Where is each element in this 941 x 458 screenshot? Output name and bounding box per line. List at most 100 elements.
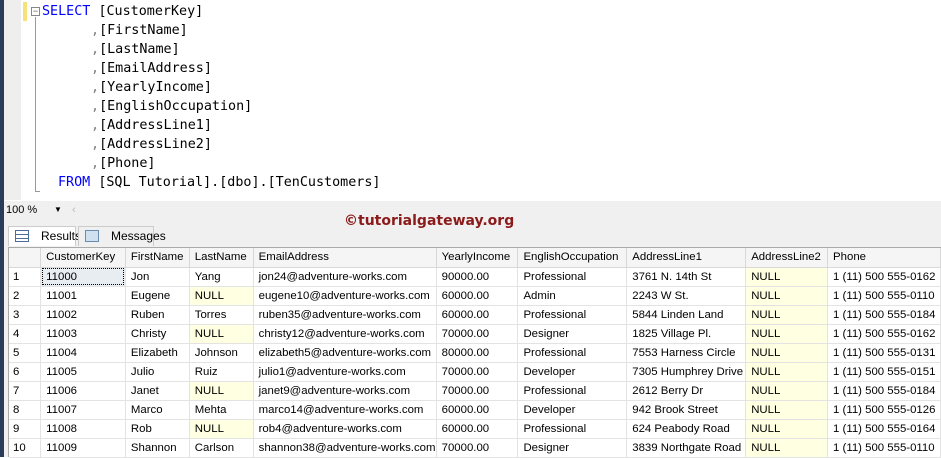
table-cell[interactable]: NULL	[745, 400, 829, 420]
table-cell[interactable]: NULL	[745, 324, 829, 344]
column-header[interactable]: CustomerKey	[40, 248, 126, 268]
table-cell[interactable]: Yang	[189, 267, 254, 287]
table-cell[interactable]: NULL	[189, 381, 254, 401]
table-cell[interactable]: NULL	[745, 267, 829, 287]
table-cell[interactable]: 11006	[40, 381, 126, 401]
table-cell[interactable]: 11002	[40, 305, 126, 325]
table-cell[interactable]: 942 Brook Street	[626, 400, 747, 420]
table-cell[interactable]: Designer	[517, 324, 628, 344]
table-cell[interactable]: 7553 Harness Circle	[626, 343, 747, 363]
table-cell[interactable]: 70000.00	[436, 381, 519, 401]
table-cell[interactable]: Professional	[517, 343, 628, 363]
table-cell[interactable]: Admin	[517, 286, 628, 306]
table-cell[interactable]: 1 (11) 500 555-0184	[827, 381, 941, 401]
table-cell[interactable]: rob4@adventure-works.com	[253, 419, 437, 439]
table-cell[interactable]: Ruiz	[189, 362, 254, 382]
table-cell[interactable]: NULL	[745, 362, 829, 382]
table-cell[interactable]: Rob	[125, 419, 190, 439]
sql-editor[interactable]: SELECT [CustomerKey] ,[FirstName] ,[Last…	[29, 2, 380, 192]
table-cell[interactable]: NULL	[745, 343, 829, 363]
column-header[interactable]: EnglishOccupation	[517, 248, 628, 268]
row-number[interactable]: 10	[9, 438, 42, 458]
table-cell[interactable]: Eugene	[125, 286, 190, 306]
table-cell[interactable]: Ruben	[125, 305, 190, 325]
table-cell[interactable]: 11008	[40, 419, 126, 439]
table-cell[interactable]: marco14@adventure-works.com	[253, 400, 437, 420]
table-cell[interactable]: 60000.00	[436, 286, 519, 306]
table-row[interactable]: 8 11007 Marco Mehta marco14@adventure-works.…	[9, 400, 941, 420]
table-cell[interactable]: 90000.00	[436, 267, 519, 287]
table-cell[interactable]: eugene10@adventure-works.com	[253, 286, 437, 306]
table-cell[interactable]: NULL	[745, 419, 829, 439]
table-cell[interactable]: Janet	[125, 381, 190, 401]
row-number[interactable]: 8	[9, 400, 42, 420]
table-cell[interactable]: janet9@adventure-works.com	[253, 381, 437, 401]
table-row[interactable]: 9 11008 Rob NULL rob4@adventure-works.com 600…	[9, 419, 941, 439]
table-row[interactable]: 2 11001 Eugene NULL eugene10@adventure-works…	[9, 286, 941, 306]
table-cell[interactable]: 7305 Humphrey Drive	[626, 362, 747, 382]
table-cell[interactable]: NULL	[745, 305, 829, 325]
table-cell[interactable]: 1 (11) 500 555-0110	[827, 286, 941, 306]
table-cell[interactable]: shannon38@adventure-works.com	[253, 438, 437, 458]
table-cell[interactable]: 11005	[40, 362, 126, 382]
table-cell[interactable]: Professional	[517, 305, 628, 325]
table-cell[interactable]: 1 (11) 500 555-0126	[827, 400, 941, 420]
table-cell[interactable]: 3761 N. 14th St	[626, 267, 747, 287]
table-cell[interactable]: 11009	[40, 438, 126, 458]
table-cell[interactable]: 60000.00	[436, 400, 519, 420]
row-number[interactable]: 4	[9, 324, 42, 344]
results-grid[interactable]: CustomerKey FirstName LastName EmailAddress…	[8, 247, 941, 458]
table-cell[interactable]: Elizabeth	[125, 343, 190, 363]
row-number[interactable]: 1	[9, 267, 42, 287]
table-cell[interactable]: christy12@adventure-works.com	[253, 324, 437, 344]
table-cell[interactable]: Developer	[517, 400, 628, 420]
table-row[interactable]: 3 11002 Ruben Torres ruben35@adventure-works…	[9, 305, 941, 325]
table-cell[interactable]: 70000.00	[436, 362, 519, 382]
table-cell[interactable]: Carlson	[189, 438, 254, 458]
row-number[interactable]: 6	[9, 362, 42, 382]
table-cell[interactable]: 11004	[40, 343, 126, 363]
column-header[interactable]: EmailAddress	[253, 248, 437, 268]
table-cell[interactable]: 3839 Northgate Road	[626, 438, 747, 458]
table-cell[interactable]: 1 (11) 500 555-0151	[827, 362, 941, 382]
table-cell[interactable]: 60000.00	[436, 305, 519, 325]
table-row[interactable]: 5 11004 Elizabeth Johnson elizabeth5@adventu…	[9, 343, 941, 363]
table-cell[interactable]: 624 Peabody Road	[626, 419, 747, 439]
table-cell[interactable]: 5844 Linden Land	[626, 305, 747, 325]
table-cell[interactable]: NULL	[189, 286, 254, 306]
table-cell[interactable]: 1 (11) 500 555-0164	[827, 419, 941, 439]
table-cell[interactable]: 1 (11) 500 555-0184	[827, 305, 941, 325]
table-cell[interactable]: 1 (11) 500 555-0110	[827, 438, 941, 458]
table-cell[interactable]: 70000.00	[436, 438, 519, 458]
table-cell[interactable]: 11000	[40, 267, 126, 287]
column-header[interactable]: AddressLine1	[626, 248, 747, 268]
column-header[interactable]: Phone	[827, 248, 941, 268]
table-cell[interactable]: Shannon	[125, 438, 190, 458]
row-number[interactable]: 2	[9, 286, 42, 306]
table-row[interactable]: 6 11005 Julio Ruiz julio1@adventure-works.co…	[9, 362, 941, 382]
table-cell[interactable]: 1 (11) 500 555-0162	[827, 267, 941, 287]
column-header[interactable]: YearlyIncome	[436, 248, 519, 268]
table-cell[interactable]: jon24@adventure-works.com	[253, 267, 437, 287]
row-number-header[interactable]	[9, 248, 42, 268]
table-cell[interactable]: Johnson	[189, 343, 254, 363]
column-header[interactable]: LastName	[189, 248, 254, 268]
table-cell[interactable]: 1 (11) 500 555-0162	[827, 324, 941, 344]
table-cell[interactable]: Professional	[517, 267, 628, 287]
tab-results[interactable]: Results	[8, 226, 81, 246]
table-cell[interactable]: Christy	[125, 324, 190, 344]
table-cell[interactable]: 70000.00	[436, 324, 519, 344]
table-cell[interactable]: NULL	[189, 324, 254, 344]
table-row[interactable]: 7 11006 Janet NULL janet9@adventure-works.co…	[9, 381, 941, 401]
column-header[interactable]: AddressLine2	[745, 248, 829, 268]
table-cell[interactable]: Julio	[125, 362, 190, 382]
table-cell[interactable]: Torres	[189, 305, 254, 325]
table-cell[interactable]: NULL	[745, 286, 829, 306]
scroll-left-icon[interactable]: ‹	[72, 201, 76, 219]
zoom-select[interactable]: 100 %	[6, 201, 37, 219]
table-cell[interactable]: Jon	[125, 267, 190, 287]
table-cell[interactable]: Developer	[517, 362, 628, 382]
table-cell[interactable]: elizabeth5@adventure-works.com	[253, 343, 437, 363]
table-cell[interactable]: 1825 Village Pl.	[626, 324, 747, 344]
table-cell[interactable]: julio1@adventure-works.com	[253, 362, 437, 382]
